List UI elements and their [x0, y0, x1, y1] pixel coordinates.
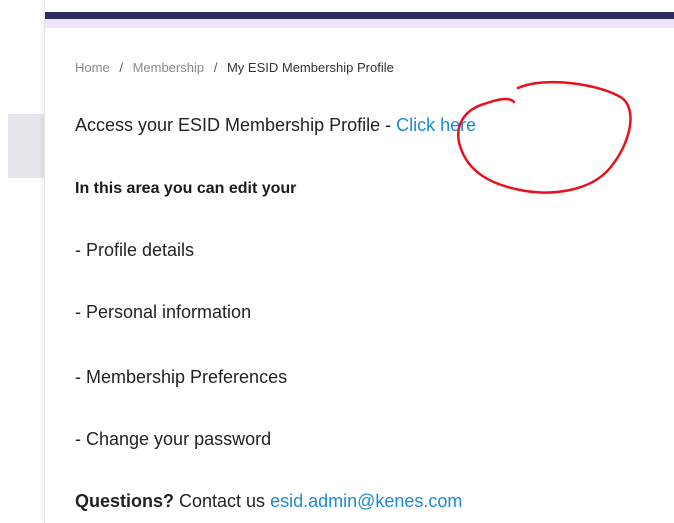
header-tint — [45, 19, 674, 28]
breadcrumb-home[interactable]: Home — [75, 60, 110, 75]
left-panel — [0, 0, 44, 523]
annotation-stroke — [457, 80, 632, 194]
questions-label: Questions? — [75, 491, 175, 511]
breadcrumb-membership[interactable]: Membership — [133, 60, 205, 75]
contact-text: Contact us — [174, 491, 271, 511]
feature-profile-details: - Profile details — [75, 240, 195, 260]
header-bar — [45, 12, 674, 19]
breadcrumb-separator: / — [119, 60, 123, 75]
contact-email-link[interactable]: esid.admin@kenes.com — [270, 491, 462, 511]
breadcrumb-separator: / — [213, 60, 218, 75]
red-circle-annotation — [457, 80, 632, 194]
breadcrumb: Home / Membership / My ESID Membership P… — [75, 60, 394, 75]
breadcrumb-current: My ESID Membership Profile — [226, 60, 394, 75]
access-profile-line: Access your ESID Membership Profile - Cl… — [75, 115, 476, 136]
feature-change-password: - Change your password — [75, 429, 272, 449]
intro-heading: In this area you can edit your — [75, 180, 297, 197]
contact-line: Questions? Contact us esid.admin@kenes.c… — [75, 491, 462, 512]
feature-personal-information: - Personal information — [75, 302, 252, 322]
feature-membership-preferences: - Membership Preferences — [75, 367, 288, 387]
access-profile-text: Access your ESID Membership Profile - — [75, 115, 397, 135]
left-panel-tab[interactable] — [8, 114, 44, 178]
